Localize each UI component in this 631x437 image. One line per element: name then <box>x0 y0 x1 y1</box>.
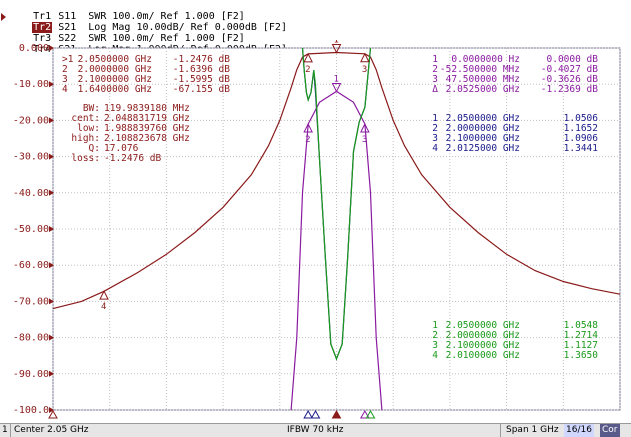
marker-value: -1.2369 dB <box>541 84 598 95</box>
trace-header-list: Tr1 S11 SWR 100.0m/ Ref 1.000 [F2] Tr2 S… <box>0 0 631 55</box>
marker-frequency: 2.0125000 GHz <box>446 143 520 154</box>
status-bar: 1 Center 2.05 GHz IFBW 70 kHz Span 1 GHz… <box>0 423 631 437</box>
y-tick-label: -40.00 <box>13 188 49 199</box>
marker-id: 4 <box>432 350 438 361</box>
marker-id: 4 <box>62 84 68 95</box>
marker-label: 3 <box>362 65 367 75</box>
marker-label: 2 <box>305 135 310 145</box>
trace-plot[interactable]: 0.000 -10.00 -20.00 -30.00 -40.00 -50.00 -60.0… <box>0 40 631 423</box>
stimulus-marker-icon[interactable] <box>303 409 314 419</box>
stimulus-marker-icon[interactable] <box>310 409 321 419</box>
marker-label: 3 <box>362 135 367 145</box>
marker-frequency: 1.6400000 GHz <box>78 84 152 95</box>
trace-header-tr2[interactable]: Tr2 S21 Log Mag 10.00dB/ Ref 0.000dB [F2… <box>8 11 287 33</box>
y-tick-label: -20.00 <box>13 115 49 126</box>
marker-frequency: 2.0100000 GHz <box>446 350 520 361</box>
center-frequency[interactable]: Center 2.05 GHz <box>14 424 89 437</box>
marker-label: 4 <box>101 302 106 312</box>
stat-label: loss: <box>71 153 100 164</box>
active-trace-arrow-icon <box>1 13 6 21</box>
y-tick-label: -100.0 <box>13 405 49 416</box>
y-tick-label: 0.000 <box>19 43 49 54</box>
trace-header-tr1[interactable]: Tr1 S11 SWR 100.0m/ Ref 1.000 [F2] <box>8 0 245 22</box>
if-bandwidth[interactable]: IFBW 70 kHz <box>287 424 343 437</box>
marker-id: 4 <box>432 143 438 154</box>
sweep-counter[interactable]: 16/16 <box>564 424 594 437</box>
marker-value: 1.3650 <box>564 350 599 361</box>
y-tick-label: -60.00 <box>13 260 49 271</box>
y-tick-label: -90.00 <box>13 369 49 380</box>
y-tick-label: -10.00 <box>13 79 49 90</box>
correction-badge[interactable]: Cor <box>600 424 620 437</box>
status-divider <box>500 424 501 437</box>
marker-label: 1 <box>334 74 339 84</box>
y-tick-label: -80.00 <box>13 333 49 344</box>
marker-value: -67.155 dB <box>173 84 230 95</box>
stimulus-marker-icon[interactable] <box>331 409 342 419</box>
channel-number[interactable]: 1 <box>2 424 8 437</box>
span-frequency[interactable]: Span 1 GHz <box>506 424 559 437</box>
y-tick-label: -30.00 <box>13 152 49 163</box>
stat-value: -1.2476 dB <box>104 153 161 164</box>
y-tick-label: -50.00 <box>13 224 49 235</box>
y-axis-labels: 0.000 -10.00 -20.00 -30.00 -40.00 -50.00 -60.0… <box>13 43 54 416</box>
marker-id: Δ <box>432 84 438 95</box>
trace-header-tr3[interactable]: Tr3 S22 SWR 100.0m/ Ref 1.000 [F2] <box>8 22 245 44</box>
marker-label: 1 <box>334 40 339 46</box>
status-divider <box>10 424 11 437</box>
marker-frequency: 2.0525000 GHz <box>446 84 520 95</box>
marker-label: 2 <box>305 65 310 75</box>
y-tick-label: -70.00 <box>13 296 49 307</box>
marker-value: 1.3441 <box>564 143 599 154</box>
